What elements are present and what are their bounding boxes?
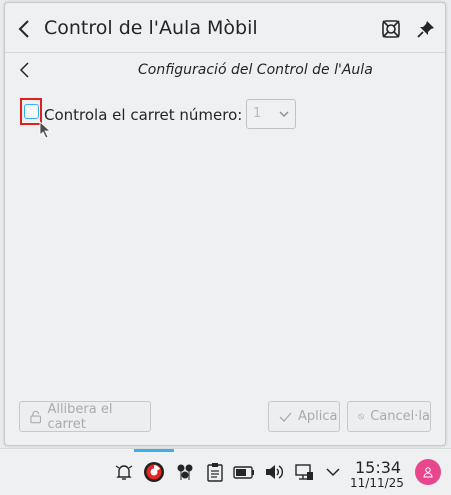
check-icon [279,412,292,422]
apply-label: Aplica [298,409,338,424]
network-icon[interactable] [175,462,195,482]
battery-icon[interactable] [233,462,255,482]
applet-popup: Control de l'Aula Mòbil Configuració del… [4,2,446,446]
title-bar: Control de l'Aula Mòbil [5,3,445,53]
unlock-icon [30,410,42,423]
app-icon[interactable] [143,461,165,483]
cancel-button[interactable]: Cancel·la [347,401,431,432]
display-icon[interactable] [294,462,314,482]
back-icon[interactable] [17,60,33,80]
taskbar: 15:34 11/11/25 [0,448,451,495]
combo-value: 1 [253,106,262,121]
clipboard-icon[interactable] [205,462,225,482]
active-applet-indicator [134,449,174,452]
checkbox-label[interactable]: Controla el carret número: [44,106,242,124]
back-icon[interactable] [15,19,35,39]
apply-button[interactable]: Aplica [268,401,340,432]
volume-icon[interactable] [264,462,284,482]
notifications-icon[interactable] [114,462,134,482]
lifebuoy-icon[interactable] [381,19,401,39]
user-icon [423,467,433,478]
cancel-label: Cancel·la [370,409,430,424]
release-cart-button[interactable]: Allibera el carret [19,401,151,432]
title-separator [5,52,445,53]
window-title: Control de l'Aula Mòbil [44,17,258,39]
release-cart-label: Allibera el carret [47,401,113,432]
cart-control-checkbox[interactable] [24,104,39,119]
expand-icon[interactable] [323,462,343,482]
clock-date[interactable]: 11/11/25 [350,476,404,490]
cart-number-combobox[interactable]: 1 [246,99,296,129]
page-subtitle: Configuració del Control de l'Aula [138,62,373,78]
cancel-icon [358,413,364,420]
user-avatar[interactable] [415,459,441,485]
clock-time[interactable]: 15:34 [355,458,401,477]
chevron-down-icon [279,111,289,117]
pin-icon[interactable] [416,19,436,39]
